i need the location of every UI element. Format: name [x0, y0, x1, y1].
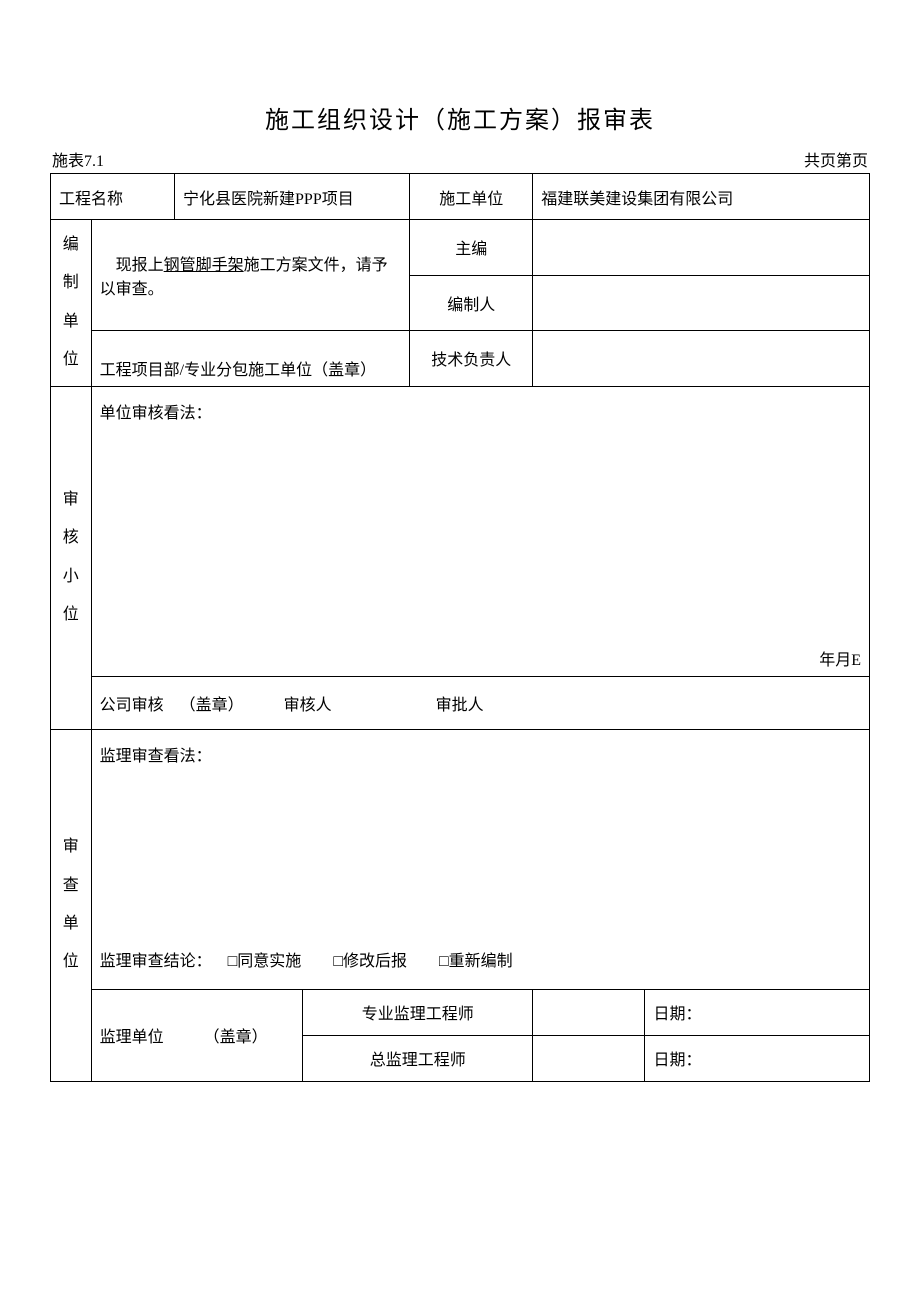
submit-vlabel: 编制单位 [51, 220, 92, 387]
conclusion-label: 监理审查结论： [100, 947, 212, 971]
submit-row-1: 编制单位 现报上钢管脚手架施工方案文件，请予以审查。 主编 [51, 220, 870, 276]
opt1: □同意实施 [228, 947, 302, 971]
submit-underlined: 钢管脚手架 [164, 257, 244, 274]
form-table: 工程名称 宁化县医院新建PPP项目 施工单位 福建联美建设集团有限公司 编制单位… [50, 173, 870, 1082]
seal-line-cell: 工程项目部/专业分包施工单位（盖章） [91, 331, 410, 387]
submit-text: 现报上钢管脚手架施工方案文件，请予以审查。 [91, 220, 410, 331]
pro-engineer-date: 日期： [645, 989, 870, 1035]
inspect-row-2: 监理单位 （盖章） 专业监理工程师 日期： [51, 989, 870, 1035]
gap4 [212, 947, 228, 971]
inspect-vchar-2: 单 [59, 905, 83, 943]
gap3 [332, 691, 436, 715]
review-row-1: 审 核 小 位 单位审核看法： 年月E [51, 386, 870, 676]
page-info: 共页第页 [804, 147, 868, 171]
inspect-unit-cell: 监理单位 （盖章） [91, 989, 303, 1081]
review-vlabel: 审 核 小 位 [51, 386, 92, 729]
project-name-value: 宁化县医院新建PPP项目 [175, 174, 410, 220]
inspect-unit-label: 监理单位 [100, 1029, 164, 1046]
inspect-seal-text: （盖章） [204, 1029, 268, 1046]
inspect-vlabel: 审 查 单 位 [51, 729, 92, 1081]
review-vchar-0: 审 [59, 481, 83, 519]
meta-row: 施表7.1 共页第页 [50, 147, 870, 171]
opt3: □重新编制 [439, 947, 513, 971]
inspect-row-1: 审 查 单 位 监理审查看法： 监理审查结论： □同意实施 □修改后报 □重新编… [51, 729, 870, 989]
review-opinion-cell: 单位审核看法： 年月E [91, 386, 869, 676]
gap1 [164, 691, 180, 715]
submit-prefix: 现报上 [116, 257, 164, 274]
approver-label: 审批人 [436, 691, 484, 715]
project-name-label: 工程名称 [51, 174, 175, 220]
chief-engineer-date: 日期： [645, 1035, 870, 1081]
review-vchar-2: 小 [59, 558, 83, 596]
company-seal-text: （盖章） [180, 691, 244, 715]
inspect-vchar-1: 查 [59, 867, 83, 905]
opt2: □修改后报 [333, 947, 407, 971]
review-opinion-label: 单位审核看法： [100, 393, 861, 429]
compiler-value [533, 275, 870, 331]
construction-unit-value: 福建联美建设集团有限公司 [533, 174, 870, 220]
pro-engineer-label: 专业监理工程师 [303, 989, 533, 1035]
company-seal-label: 公司审核 [100, 691, 164, 715]
pro-engineer-value [533, 989, 645, 1035]
gap5 [301, 947, 333, 971]
inspect-opinion-cell: 监理审查看法： 监理审查结论： □同意实施 □修改后报 □重新编制 [91, 729, 869, 989]
submit-row-3: 工程项目部/专业分包施工单位（盖章） 技术负责人 [51, 331, 870, 387]
gap2 [244, 691, 284, 715]
form-number: 施表7.1 [52, 147, 104, 171]
inspect-vchar-3: 位 [59, 943, 83, 981]
chief-engineer-label: 总监理工程师 [303, 1035, 533, 1081]
construction-unit-label: 施工单位 [410, 174, 533, 220]
chief-editor-label: 主编 [410, 220, 533, 276]
gap7 [168, 1029, 200, 1046]
reviewer-label: 审核人 [284, 691, 332, 715]
review-vchar-3: 位 [59, 596, 83, 634]
review-vchar-1: 核 [59, 519, 83, 557]
inspect-vchar-0: 审 [59, 828, 83, 866]
header-row: 工程名称 宁化县医院新建PPP项目 施工单位 福建联美建设集团有限公司 [51, 174, 870, 220]
review-row-2: 公司审核 （盖章） 审核人 审批人 [51, 676, 870, 729]
review-seal-row: 公司审核 （盖章） 审核人 审批人 [91, 676, 869, 729]
inspect-opinion-label: 监理审查看法： [100, 736, 861, 772]
gap6 [407, 947, 439, 971]
compiler-label: 编制人 [410, 275, 533, 331]
chief-editor-value [533, 220, 870, 276]
page-title: 施工组织设计（施工方案）报审表 [50, 100, 870, 135]
review-date: 年月E [819, 646, 861, 670]
chief-engineer-value [533, 1035, 645, 1081]
tech-lead-value [533, 331, 870, 387]
tech-lead-label: 技术负责人 [410, 331, 533, 387]
